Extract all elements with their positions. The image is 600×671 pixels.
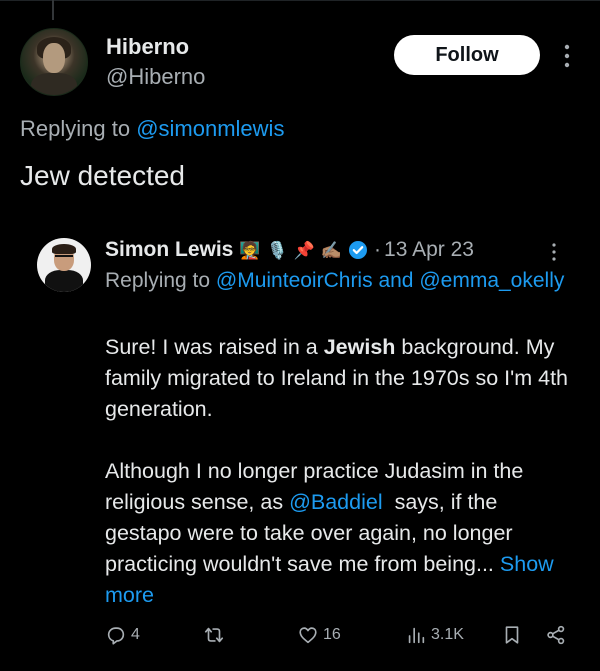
- bookmark-icon: [505, 626, 519, 644]
- quoted-bold-word: Jewish: [323, 335, 396, 359]
- views-action[interactable]: 3.1K: [405, 624, 464, 646]
- avatar[interactable]: [20, 28, 88, 96]
- share-icon: [547, 625, 565, 645]
- share-action[interactable]: [545, 624, 567, 646]
- quoted-post[interactable]: Simon Lewis 🧑‍🏫 🎙️ 📌 ✍🏽 · 13 Apr 23 Repl…: [20, 214, 580, 671]
- quoted-display-name[interactable]: Simon Lewis: [105, 238, 233, 262]
- replying-to-mention[interactable]: @simonmlewis: [136, 116, 284, 141]
- bookmark-action[interactable]: [501, 624, 523, 646]
- like-count: 16: [323, 626, 341, 643]
- post-header: Hiberno @Hiberno Follow: [0, 28, 600, 100]
- quoted-avatar[interactable]: [37, 238, 91, 292]
- quoted-replying-to: Replying to @MuinteoirChris and @emma_ok…: [105, 266, 575, 296]
- repost-action[interactable]: [203, 624, 225, 646]
- view-count: 3.1K: [431, 626, 464, 643]
- post-text: Jew detected: [20, 160, 185, 191]
- quoted-more-options-icon[interactable]: [550, 242, 558, 262]
- action-bar: 4 16 3.1K: [105, 624, 575, 654]
- quoted-replying-label: Replying to: [105, 269, 211, 292]
- date-separator: ·: [374, 238, 382, 261]
- heart-icon: [299, 627, 317, 644]
- post-date[interactable]: 13 Apr 23: [384, 238, 474, 262]
- replying-to-line: Replying to @simonmlewis: [20, 116, 284, 142]
- pushpin-emoji: 📌: [293, 240, 315, 260]
- like-action[interactable]: 16: [297, 624, 341, 646]
- replying-and: and: [378, 269, 414, 292]
- microphone-emoji: 🎙️: [266, 240, 288, 260]
- quoted-header: Simon Lewis 🧑‍🏫 🎙️ 📌 ✍🏽 · 13 Apr 23: [105, 236, 474, 264]
- reply-count: 4: [131, 626, 140, 643]
- analytics-icon: [408, 627, 425, 644]
- reply-action[interactable]: 4: [105, 624, 140, 646]
- quoted-paragraph-1: Sure! I was raised in a Jewish backgroun…: [105, 332, 575, 425]
- follow-button[interactable]: Follow: [394, 35, 540, 75]
- replying-to-label: Replying to: [20, 116, 131, 141]
- quoted-body: Sure! I was raised in a Jewish backgroun…: [105, 332, 575, 642]
- repost-icon: [204, 627, 224, 643]
- mention-emma-okelly[interactable]: @emma_okelly: [419, 269, 564, 292]
- verified-badge-icon: [349, 241, 368, 259]
- thread-connector-line: [52, 0, 54, 20]
- reply-icon: [107, 627, 125, 645]
- teacher-emoji: 🧑‍🏫: [239, 240, 261, 260]
- display-name[interactable]: Hiberno: [106, 34, 189, 60]
- quoted-text: Sure! I was raised in a: [105, 335, 318, 359]
- mention-baddiel[interactable]: @Baddiel: [289, 490, 383, 514]
- quoted-paragraph-2: Although I no longer practice Judasim in…: [105, 456, 575, 611]
- more-options-icon[interactable]: [560, 42, 574, 70]
- mention-muinteoirchris[interactable]: @MuinteoirChris: [216, 269, 373, 292]
- writing-hand-emoji: ✍🏽: [320, 240, 343, 260]
- user-handle[interactable]: @Hiberno: [106, 64, 205, 90]
- top-divider: [0, 0, 600, 1]
